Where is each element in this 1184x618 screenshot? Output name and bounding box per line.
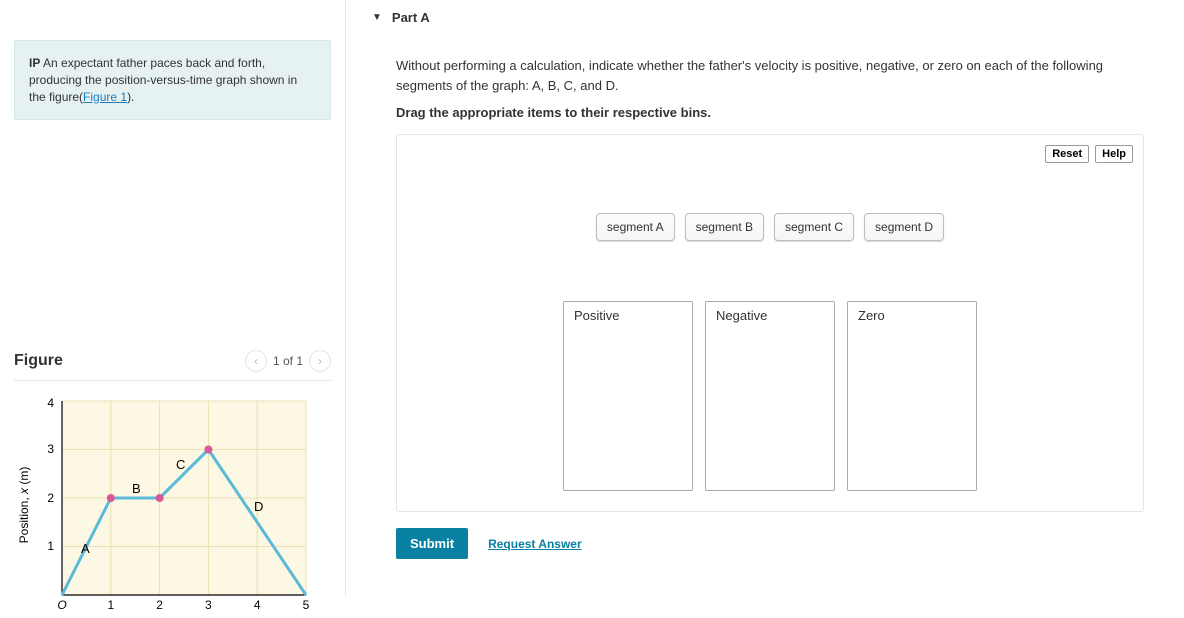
position-time-chart: Position, x (m) 1 2 3 4 O 1 2 3 4 5 [14,395,314,615]
svg-text:A: A [81,541,90,556]
segment-c-draggable[interactable]: segment C [774,213,854,241]
segment-d-draggable[interactable]: segment D [864,213,944,241]
problem-text-2: ). [127,90,134,104]
prev-icon[interactable]: ‹ [245,350,267,372]
bin-negative[interactable]: Negative [705,301,835,491]
svg-text:B: B [132,481,141,496]
svg-text:2: 2 [156,598,163,612]
svg-text:D: D [254,499,263,514]
svg-text:C: C [176,457,185,472]
svg-text:3: 3 [205,598,212,612]
bin-row: Positive Negative Zero [407,301,1133,491]
segment-pool: segment A segment B segment C segment D [407,213,1133,241]
part-title: Part A [392,10,430,25]
answer-area: Reset Help segment A segment B segment C… [396,134,1144,512]
part-prompt: Without performing a calculation, indica… [396,56,1144,95]
bin-label-zero: Zero [848,302,976,332]
problem-statement: IP An expectant father paces back and fo… [14,40,331,120]
pager-text: 1 of 1 [273,354,303,368]
caret-down-icon: ▼ [372,12,382,23]
segment-b-draggable[interactable]: segment B [685,213,764,241]
svg-text:O: O [57,598,66,612]
request-answer-link[interactable]: Request Answer [488,537,582,551]
figure-body: Position, x (m) 1 2 3 4 O 1 2 3 4 5 [14,381,331,615]
svg-text:Position, x (m): Position, x (m) [17,467,31,544]
problem-text-1: An expectant father paces back and forth… [29,56,297,104]
ip-prefix: IP [29,56,40,70]
svg-text:1: 1 [47,539,54,553]
part-instruct: Drag the appropriate items to their resp… [396,105,1144,120]
figure-title: Figure [14,352,63,370]
next-icon[interactable]: › [309,350,331,372]
help-button[interactable]: Help [1095,145,1133,163]
part-header[interactable]: ▼ Part A [366,0,1164,36]
bin-label-negative: Negative [706,302,834,332]
figure-link[interactable]: Figure 1 [83,90,127,104]
figure-pager: ‹ 1 of 1 › [245,350,331,372]
bin-zero[interactable]: Zero [847,301,977,491]
svg-text:3: 3 [47,442,54,456]
submit-button[interactable]: Submit [396,528,468,559]
svg-text:5: 5 [303,598,310,612]
figure-header: Figure ‹ 1 of 1 › [14,350,331,381]
reset-button[interactable]: Reset [1045,145,1089,163]
segment-a-draggable[interactable]: segment A [596,213,675,241]
bin-label-positive: Positive [564,302,692,332]
bin-positive[interactable]: Positive [563,301,693,491]
svg-text:1: 1 [107,598,114,612]
svg-text:4: 4 [254,598,261,612]
svg-text:2: 2 [47,491,54,505]
svg-text:4: 4 [47,396,54,410]
